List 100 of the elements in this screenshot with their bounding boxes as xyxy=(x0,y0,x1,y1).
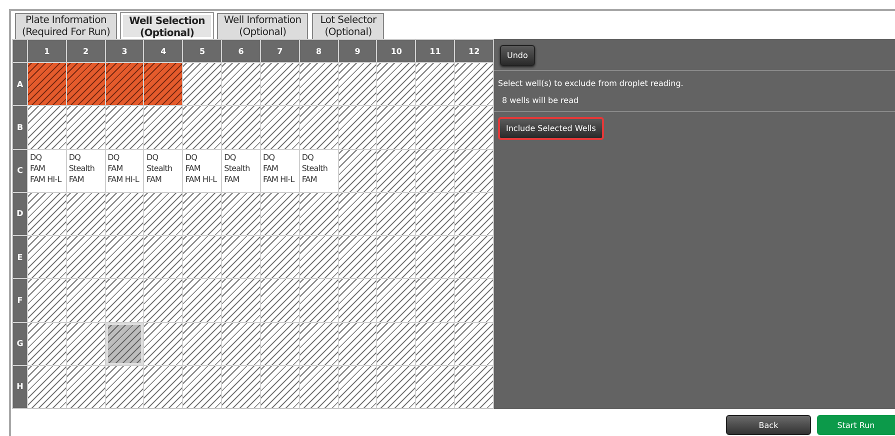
well[interactable] xyxy=(183,106,222,148)
row-header[interactable]: A xyxy=(13,63,27,106)
well[interactable] xyxy=(338,279,376,322)
well[interactable] xyxy=(260,366,299,408)
well[interactable]: DQ FAM FAM HI-L xyxy=(28,150,66,192)
well[interactable] xyxy=(144,366,182,408)
well[interactable] xyxy=(300,63,338,106)
back-button[interactable]: Back xyxy=(726,415,811,435)
well[interactable] xyxy=(222,192,260,235)
well[interactable] xyxy=(260,322,299,365)
well[interactable]: DQ Stealth FAM xyxy=(144,150,182,192)
well[interactable] xyxy=(338,150,376,192)
well[interactable] xyxy=(183,192,222,235)
well[interactable]: DQ Stealth FAM xyxy=(222,150,260,192)
row-header[interactable]: D xyxy=(13,192,27,235)
well[interactable] xyxy=(222,63,260,106)
well[interactable] xyxy=(377,236,416,278)
well[interactable] xyxy=(144,192,182,235)
well[interactable] xyxy=(28,63,66,106)
column-header[interactable]: 2 xyxy=(66,40,105,62)
well[interactable] xyxy=(338,63,376,106)
well[interactable] xyxy=(455,192,493,235)
well[interactable] xyxy=(66,63,105,106)
row-header[interactable]: C xyxy=(13,150,27,192)
well[interactable] xyxy=(260,106,299,148)
well[interactable] xyxy=(455,322,493,365)
well[interactable] xyxy=(28,192,66,235)
well[interactable]: DQ FAM FAM HI-L xyxy=(106,150,144,192)
well[interactable] xyxy=(260,236,299,278)
row-header[interactable]: B xyxy=(13,106,27,148)
well[interactable] xyxy=(183,279,222,322)
column-header[interactable]: 1 xyxy=(28,40,66,62)
well[interactable] xyxy=(377,192,416,235)
well[interactable] xyxy=(300,279,338,322)
well[interactable] xyxy=(106,192,144,235)
tab[interactable]: Well Selection (Optional) xyxy=(121,13,213,39)
well[interactable] xyxy=(416,322,454,365)
well[interactable] xyxy=(183,366,222,408)
well[interactable] xyxy=(106,322,144,365)
well[interactable]: DQ Stealth FAM xyxy=(300,150,338,192)
well[interactable] xyxy=(106,63,144,106)
column-header[interactable]: 7 xyxy=(260,40,299,62)
row-header[interactable]: F xyxy=(13,279,27,322)
start-run-button[interactable]: Start Run xyxy=(817,415,895,435)
well[interactable] xyxy=(416,63,454,106)
well[interactable] xyxy=(300,236,338,278)
well[interactable] xyxy=(260,63,299,106)
column-header[interactable]: 4 xyxy=(144,40,182,62)
well[interactable] xyxy=(416,192,454,235)
well[interactable]: DQ FAM FAM HI-L xyxy=(260,150,299,192)
well[interactable]: DQ FAM FAM HI-L xyxy=(183,150,222,192)
column-header[interactable]: 9 xyxy=(338,40,376,62)
column-header[interactable]: 11 xyxy=(416,40,454,62)
well[interactable] xyxy=(338,106,376,148)
well[interactable] xyxy=(183,63,222,106)
well[interactable] xyxy=(416,279,454,322)
well[interactable] xyxy=(144,279,182,322)
well[interactable] xyxy=(66,279,105,322)
well[interactable] xyxy=(300,106,338,148)
well[interactable] xyxy=(183,322,222,365)
well[interactable] xyxy=(106,366,144,408)
well[interactable] xyxy=(416,106,454,148)
well[interactable] xyxy=(66,106,105,148)
well[interactable] xyxy=(260,192,299,235)
well[interactable] xyxy=(377,150,416,192)
well[interactable] xyxy=(28,279,66,322)
tab[interactable]: Lot Selector (Optional) xyxy=(312,13,384,39)
well[interactable] xyxy=(28,106,66,148)
undo-button[interactable]: Undo xyxy=(500,45,535,66)
well[interactable] xyxy=(144,236,182,278)
well[interactable] xyxy=(300,366,338,408)
tab[interactable]: Well Information (Optional) xyxy=(217,13,308,39)
column-header[interactable]: 3 xyxy=(106,40,144,62)
well[interactable] xyxy=(222,366,260,408)
well[interactable] xyxy=(222,279,260,322)
well[interactable] xyxy=(106,106,144,148)
well[interactable] xyxy=(338,322,376,365)
well[interactable] xyxy=(455,63,493,106)
column-header[interactable]: 10 xyxy=(377,40,416,62)
well[interactable] xyxy=(455,236,493,278)
well[interactable] xyxy=(260,279,299,322)
well[interactable] xyxy=(416,236,454,278)
well[interactable] xyxy=(377,279,416,322)
well[interactable] xyxy=(144,322,182,365)
well[interactable] xyxy=(300,192,338,235)
column-header[interactable]: 6 xyxy=(222,40,260,62)
well[interactable] xyxy=(183,236,222,278)
column-header[interactable]: 8 xyxy=(300,40,338,62)
well[interactable] xyxy=(416,150,454,192)
row-header[interactable]: H xyxy=(13,366,27,408)
row-header[interactable]: G xyxy=(13,322,27,365)
well[interactable]: DQ Stealth FAM xyxy=(66,150,105,192)
well[interactable] xyxy=(66,192,105,235)
well[interactable] xyxy=(66,236,105,278)
well[interactable] xyxy=(377,63,416,106)
row-header[interactable]: E xyxy=(13,236,27,278)
well[interactable] xyxy=(66,366,105,408)
well[interactable] xyxy=(300,322,338,365)
well[interactable] xyxy=(455,106,493,148)
well[interactable] xyxy=(455,279,493,322)
